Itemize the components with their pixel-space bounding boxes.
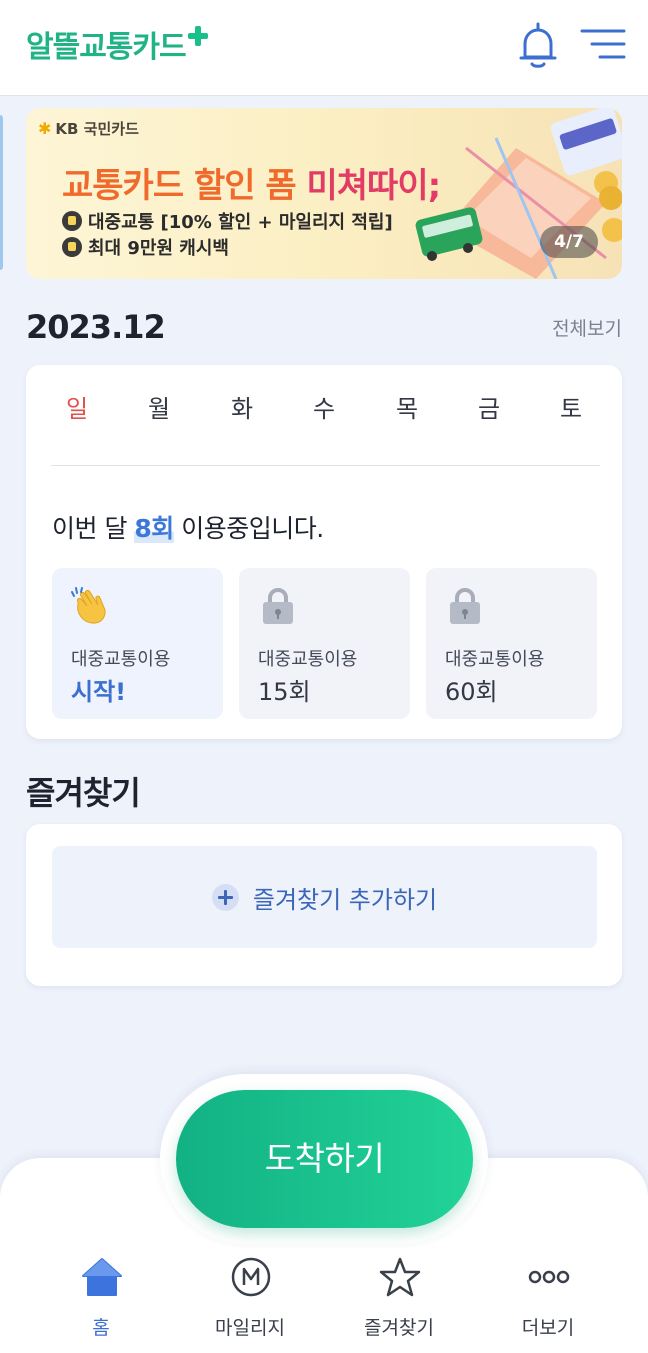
star-icon — [379, 1257, 421, 1297]
nav-item-more[interactable]: 더보기 — [478, 1250, 618, 1346]
app-header: 알뜰교통카드 — [0, 0, 648, 96]
banner-headline: 교통카드 할인 폼 미쳐따이; — [62, 158, 441, 207]
nav-item-home[interactable]: 홈 — [31, 1250, 171, 1346]
logo-plus-icon — [187, 26, 208, 46]
banner-line-1: 대중교통 [10% 할인 + 마일리지 적립] — [62, 208, 393, 234]
previous-banner-peek[interactable] — [0, 115, 3, 270]
banner-line-2-text: 최대 9만원 캐시백 — [88, 238, 229, 259]
nav-item-mileage[interactable]: 마일리지 — [180, 1250, 320, 1346]
milestone-value: 15회 — [258, 678, 311, 706]
milestone-value: 60회 — [445, 678, 498, 706]
weekday-sun: 일 — [65, 395, 89, 423]
weekday-fri: 금 — [477, 395, 501, 423]
milestone-value: 시작! — [71, 678, 127, 706]
lock-icon — [450, 587, 480, 624]
nav-label-favorites: 즐겨찾기 — [364, 1317, 434, 1339]
view-all-link[interactable]: 전체보기 — [552, 314, 622, 341]
arrive-button[interactable]: 도착하기 — [176, 1090, 473, 1228]
bottom-nav: 홈 마일리지 즐겨찾기 더보기 — [0, 1250, 648, 1350]
favorites-card: 즐겨찾기 추가하기 — [26, 824, 622, 986]
monthly-usage-summary: 이번 달 8회 이용중입니다. — [52, 509, 324, 545]
clapping-hands-icon — [71, 587, 106, 624]
add-favorite-button[interactable]: 즐겨찾기 추가하기 — [52, 846, 597, 948]
kb-star-icon: ✱ — [38, 119, 52, 138]
more-dots-icon — [528, 1270, 570, 1284]
plus-circle-icon — [211, 883, 239, 911]
bell-icon — [519, 22, 557, 68]
banner-page-counter: 4/7 — [540, 226, 598, 258]
weekday-sat: 토 — [559, 395, 583, 423]
banner-line-2: 최대 9만원 캐시백 — [62, 234, 229, 260]
lock-icon — [263, 587, 293, 624]
nav-label-mileage: 마일리지 — [215, 1317, 285, 1339]
banner-sponsor: ✱ KB 국민카드 — [38, 118, 139, 139]
menu-button[interactable] — [578, 24, 628, 64]
milestone-label: 대중교통이용 — [71, 649, 171, 670]
milestone-tile-start: 대중교통이용 시작! — [52, 568, 223, 719]
nav-label-home: 홈 — [92, 1317, 110, 1339]
notification-button[interactable] — [514, 20, 562, 72]
add-favorite-label: 즐겨찾기 추가하기 — [252, 885, 438, 914]
milestone-tile-15: 대중교통이용 15회 — [239, 568, 410, 719]
app-logo[interactable]: 알뜰교통카드 — [26, 22, 208, 66]
cashback-bullet-icon — [62, 237, 82, 257]
milestone-label: 대중교통이용 — [258, 649, 358, 670]
calendar-divider — [51, 465, 600, 466]
nav-label-more: 더보기 — [521, 1317, 575, 1339]
weekday-thu: 목 — [395, 395, 419, 423]
milestone-label: 대중교통이용 — [445, 649, 545, 670]
logo-text: 알뜰교통카드 — [26, 30, 187, 65]
usage-count: 8회 — [134, 514, 174, 543]
hamburger-menu-icon — [580, 29, 626, 59]
banner-sponsor-label: KB 국민카드 — [55, 120, 139, 138]
weekday-row: 일 월 화 수 목 금 토 — [26, 389, 622, 429]
usage-calendar-card: 일 월 화 수 목 금 토 이번 달 8회 이용중입니다. 대중교통이용 시작!… — [26, 365, 622, 739]
home-icon — [82, 1258, 122, 1296]
promo-banner[interactable]: ✱ KB 국민카드 교통카드 할인 폼 미쳐따이; 대중교통 [10% 할인 +… — [26, 108, 622, 279]
weekday-wed: 수 — [312, 395, 336, 423]
banner-line-1-text: 대중교통 [10% 할인 + 마일리지 적립] — [88, 212, 393, 233]
mileage-icon — [231, 1257, 271, 1297]
bus-bullet-icon — [62, 211, 82, 231]
month-title: 2023.12 — [26, 308, 166, 346]
usage-suffix: 이용중입니다. — [173, 514, 324, 543]
banner-headline-main: 교통카드 할인 폼 — [62, 166, 307, 206]
weekday-mon: 월 — [147, 395, 171, 423]
weekday-tue: 화 — [230, 395, 254, 423]
usage-prefix: 이번 달 — [52, 514, 135, 543]
milestone-tile-60: 대중교통이용 60회 — [426, 568, 597, 719]
favorites-title: 즐겨찾기 — [26, 774, 141, 812]
nav-item-favorites[interactable]: 즐겨찾기 — [329, 1250, 469, 1346]
